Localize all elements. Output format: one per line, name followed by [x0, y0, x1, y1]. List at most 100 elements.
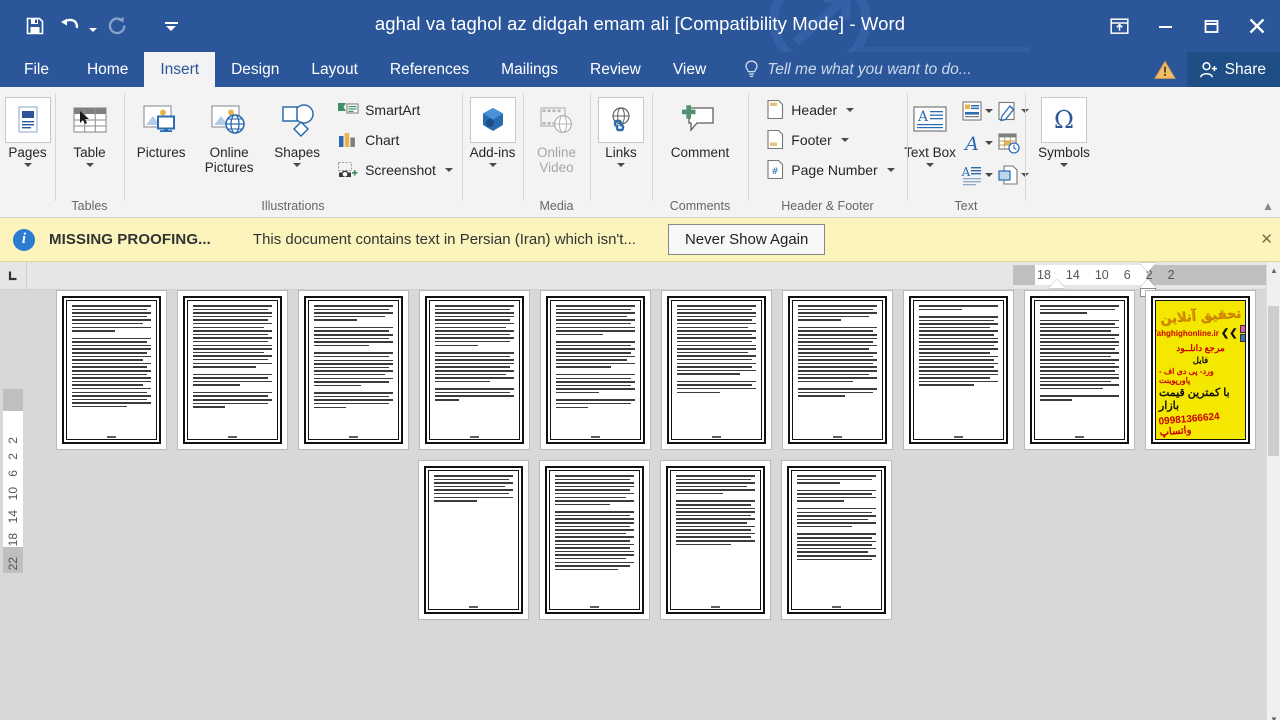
chevron-down-icon — [1060, 163, 1068, 167]
first-line-indent-marker[interactable] — [1140, 263, 1156, 272]
page-thumbnail-12[interactable] — [539, 460, 650, 620]
pictures-label: Pictures — [136, 145, 186, 160]
table-button[interactable]: Table — [57, 91, 123, 167]
chevron-down-icon — [444, 167, 453, 172]
chevron-down-icon — [488, 163, 497, 167]
shapes-button[interactable]: Shapes — [264, 91, 330, 167]
chart-icon — [339, 132, 355, 147]
ad-price-line: با کمترین قیمت بازار — [1159, 387, 1230, 412]
warning-triangle-icon — [1153, 60, 1176, 79]
svg-text:Ω: Ω — [1054, 106, 1074, 134]
tab-file[interactable]: File — [0, 52, 71, 87]
pictures-button[interactable]: Pictures — [128, 91, 194, 160]
symbols-label: Symbols — [1038, 145, 1090, 160]
title-bar: aghal va taghol az didgah emam ali [Comp… — [0, 0, 1280, 52]
tab-review[interactable]: Review — [574, 52, 657, 87]
right-indent-marker[interactable] — [1049, 279, 1065, 288]
online-video-button[interactable]: Online Video — [524, 91, 590, 175]
tab-mailings[interactable]: Mailings — [485, 52, 574, 87]
scrollbar-thumb[interactable] — [1268, 306, 1279, 456]
page-thumbnail-1[interactable] — [56, 290, 167, 450]
svg-text:A: A — [961, 165, 971, 179]
illustrations-group: Pictures Online Pictures Shapes SmartArt… — [124, 87, 462, 217]
vertical-ruler[interactable]: 22 18 14 10 6 2 2 — [0, 290, 27, 720]
comments-group: Comment Comments — [652, 87, 748, 217]
header-footer-group-label: Header & Footer — [781, 199, 874, 213]
never-show-again-button[interactable]: Never Show Again — [667, 224, 826, 255]
pages-group: Pages — [0, 87, 55, 217]
tab-home[interactable]: Home — [71, 52, 144, 87]
share-person-icon — [1199, 61, 1217, 77]
page-thumbnail-canvas[interactable]: تحقیق آنلاین Tahghighonline.ir ❮❮ مرجع د… — [27, 290, 1266, 720]
date-and-time-icon — [998, 133, 1020, 154]
tab-stop-selector-button[interactable] — [0, 262, 27, 290]
page-thumbnail-10[interactable]: تحقیق آنلاین Tahghighonline.ir ❮❮ مرجع د… — [1145, 290, 1256, 450]
horizontal-ruler[interactable]: 18 14 10 6 2 2 — [27, 262, 1277, 297]
page-thumbnail-2[interactable] — [177, 290, 288, 450]
info-bar-close-button[interactable]: ✕ — [1260, 230, 1273, 248]
page-thumbnail-13[interactable] — [660, 460, 771, 620]
symbols-group: Ω Symbols — [1025, 87, 1103, 217]
quick-parts-button[interactable] — [961, 96, 993, 126]
footer-button[interactable]: Footer — [761, 125, 899, 154]
tab-insert[interactable]: Insert — [144, 52, 216, 87]
screenshot-icon — [338, 161, 358, 177]
pages-icon — [4, 97, 51, 143]
shapes-label: Shapes — [274, 145, 320, 160]
page-thumbnail-11[interactable] — [418, 460, 529, 620]
minimize-button[interactable] — [1142, 0, 1188, 52]
text-box-button[interactable]: A Text Box — [903, 91, 957, 167]
scroll-up-button[interactable]: ▲ — [1267, 262, 1280, 278]
tell-me-search[interactable]: Tell me what you want to do... — [744, 52, 972, 87]
h-tick-2b: 2 — [1167, 268, 1175, 282]
page-thumbnail-8[interactable] — [903, 290, 1014, 450]
warning-indicator[interactable] — [1143, 60, 1187, 80]
share-button[interactable]: Share — [1186, 52, 1280, 87]
vertical-scrollbar[interactable]: ▲ ▼ — [1266, 262, 1280, 720]
page-thumbnail-9[interactable] — [1024, 290, 1135, 450]
scroll-down-button[interactable]: ▼ — [1267, 711, 1280, 720]
info-icon: i — [13, 228, 35, 251]
symbols-button[interactable]: Ω Symbols — [1027, 91, 1101, 167]
restore-button[interactable] — [1188, 0, 1234, 52]
links-button[interactable]: Links — [588, 91, 654, 167]
online-video-icon — [534, 97, 580, 143]
smartart-button[interactable]: SmartArt — [332, 95, 458, 124]
page-thumbnail-4[interactable] — [419, 290, 530, 450]
ribbon-display-options-button[interactable] — [1096, 0, 1142, 52]
page-number-button[interactable]: # Page Number — [761, 155, 899, 184]
page-thumbnail-7[interactable] — [782, 290, 893, 450]
tab-layout[interactable]: Layout — [295, 52, 374, 87]
ad-whatsapp-line: 09981366624 واتساپ — [1158, 411, 1221, 439]
close-icon — [1249, 18, 1265, 34]
symbols-omega-icon: Ω — [1041, 97, 1087, 143]
tell-me-placeholder: Tell me what you want to do... — [767, 60, 972, 78]
ribbon-insert-tab: Pages Table Tables Pictures Online Pictu… — [0, 87, 1280, 218]
comment-icon — [677, 97, 723, 143]
page-thumbnail-6[interactable] — [661, 290, 772, 450]
page-thumbnail-14[interactable] — [781, 460, 892, 620]
drop-cap-icon: A — [961, 165, 981, 186]
chart-label: Chart — [365, 131, 400, 148]
tab-view[interactable]: View — [657, 52, 722, 87]
wordart-button[interactable]: A — [961, 128, 993, 158]
hanging-indent-marker[interactable] — [1140, 279, 1156, 288]
tab-references[interactable]: References — [374, 52, 485, 87]
page-thumbnail-3[interactable] — [298, 290, 409, 450]
chart-button[interactable]: Chart — [332, 125, 458, 154]
close-button[interactable] — [1234, 0, 1280, 52]
pictures-icon — [138, 97, 184, 143]
online-pictures-button[interactable]: Online Pictures — [196, 91, 262, 175]
page-thumbnail-5[interactable] — [540, 290, 651, 450]
tab-design[interactable]: Design — [215, 52, 295, 87]
links-icon — [598, 97, 644, 143]
svg-text:A: A — [963, 133, 979, 154]
addins-button[interactable]: Add-ins — [460, 91, 526, 167]
wordart-icon: A — [963, 133, 979, 154]
header-button[interactable]: Header — [761, 95, 899, 124]
collapse-ribbon-button[interactable]: ▲ — [1262, 199, 1274, 213]
drop-cap-button[interactable]: A — [961, 160, 993, 190]
ad-formats-line: ورد- پی دی اف - پاورپوینت — [1159, 367, 1214, 385]
comment-button[interactable]: Comment — [656, 91, 744, 160]
screenshot-button[interactable]: Screenshot — [332, 155, 458, 184]
